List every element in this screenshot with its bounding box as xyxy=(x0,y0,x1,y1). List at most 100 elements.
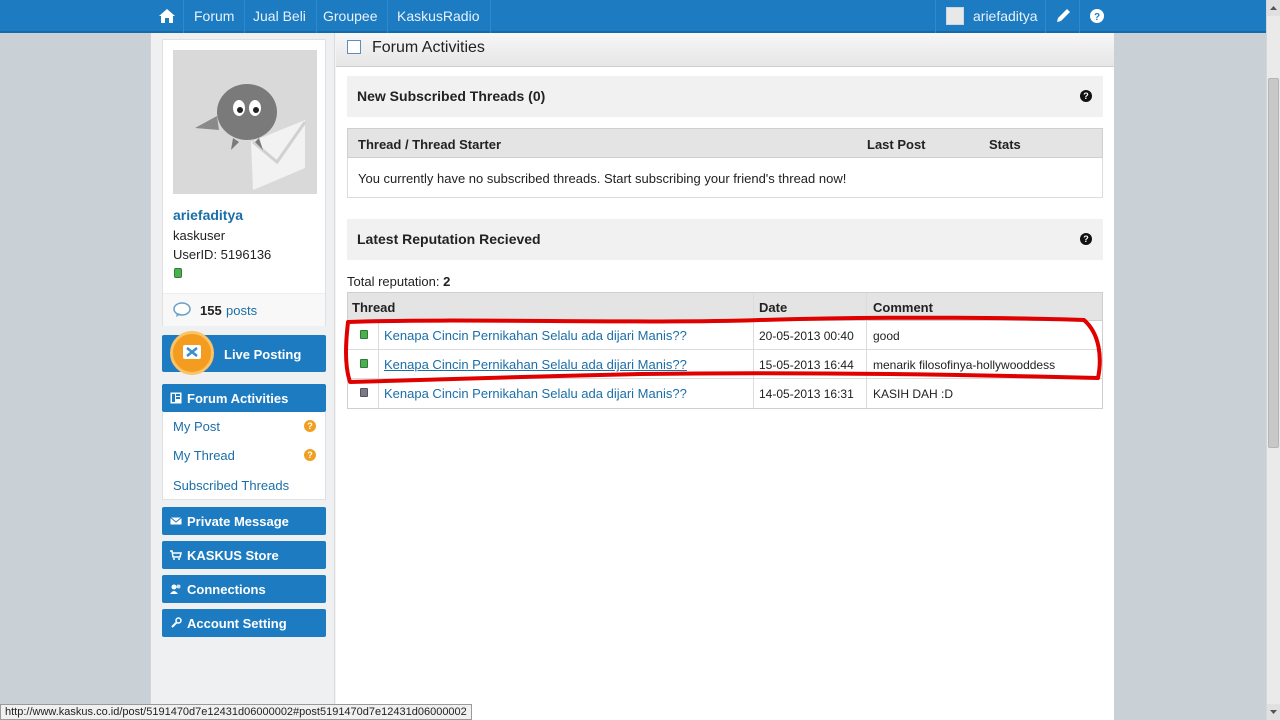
main-header: Forum Activities xyxy=(336,33,1114,67)
connections-label: Connections xyxy=(187,582,266,597)
column-divider xyxy=(866,293,867,320)
col-last-post: Last Post xyxy=(867,137,926,152)
posts-label[interactable]: posts xyxy=(226,303,257,318)
my-post-info-icon[interactable]: ? xyxy=(304,420,316,432)
total-reputation: Total reputation: 2 xyxy=(347,274,450,289)
status-url: http://www.kaskus.co.id/post/5191470d7e1… xyxy=(5,706,467,718)
total-reputation-label: Total reputation: xyxy=(347,274,444,289)
help-button[interactable]: ? xyxy=(1079,0,1113,33)
kaskus-mascot-avatar xyxy=(173,50,317,194)
users-icon xyxy=(170,584,181,594)
live-posting-icon xyxy=(170,331,214,375)
nav-kaskusradio[interactable]: KaskusRadio xyxy=(387,0,491,33)
nav-username: ariefaditya xyxy=(973,8,1038,24)
subscribed-empty-row: You currently have no subscribed threads… xyxy=(347,158,1103,198)
column-divider xyxy=(378,321,379,349)
account-setting-menu[interactable]: Account Setting xyxy=(162,609,326,637)
my-post-link[interactable]: My Post xyxy=(173,419,220,434)
reputation-thread-link[interactable]: Kenapa Cincin Pernikahan Selalu ada dija… xyxy=(384,357,687,372)
nav-jual-beli[interactable]: Jual Beli xyxy=(243,0,317,33)
forum-activities-label: Forum Activities xyxy=(187,391,289,406)
online-status-indicator xyxy=(174,268,182,278)
column-divider xyxy=(378,379,379,408)
help-icon: ? xyxy=(1090,9,1104,23)
top-navbar-inner: Forum Jual Beli Groupee KaskusRadio arie… xyxy=(150,0,1113,33)
col-thread-starter: Thread / Thread Starter xyxy=(358,137,502,152)
my-thread-link[interactable]: My Thread xyxy=(173,448,235,463)
subscribed-threads-title: New Subscribed Threads (0) xyxy=(357,88,546,104)
cart-icon xyxy=(170,550,182,560)
wrench-icon xyxy=(171,617,182,628)
scroll-up-arrow[interactable] xyxy=(1267,0,1280,16)
reputation-date: 14-05-2013 16:31 xyxy=(759,387,854,401)
reputation-table: Thread Date Comment Kenapa Cincin Pernik… xyxy=(347,292,1103,409)
subscribed-threads-section: New Subscribed Threads (0) ? xyxy=(347,76,1103,117)
speech-bubble-icon xyxy=(173,302,191,317)
forum-activities-icon xyxy=(170,392,182,404)
user-avatar-small xyxy=(946,7,964,25)
home-button[interactable] xyxy=(150,0,184,33)
profile-username[interactable]: ariefaditya xyxy=(173,207,243,223)
nav-groupee[interactable]: Groupee xyxy=(313,0,389,33)
reputation-comment: KASIH DAH :D xyxy=(873,387,954,401)
reputation-thread-link[interactable]: Kenapa Cincin Pernikahan Selalu ada dija… xyxy=(384,386,687,401)
avatar[interactable] xyxy=(173,50,317,194)
page-body: ariefaditya kaskuser UserID: 5196136 155… xyxy=(150,33,1114,720)
col-stats: Stats xyxy=(989,137,1021,152)
reputation-section: Latest Reputation Recieved ? xyxy=(347,219,1103,260)
column-divider xyxy=(753,379,754,408)
column-divider xyxy=(866,350,867,378)
table-row: Kenapa Cincin Pernikahan Selalu ada dija… xyxy=(348,321,1102,350)
kaskus-store-label: KASKUS Store xyxy=(187,548,279,563)
subscribed-table-header: Thread / Thread Starter Last Post Stats xyxy=(347,128,1103,158)
reputation-help-icon[interactable]: ? xyxy=(1080,233,1092,245)
scroll-thumb[interactable] xyxy=(1268,78,1279,448)
posts-count: 155 xyxy=(200,303,222,318)
main-content: Forum Activities New Subscribed Threads … xyxy=(336,33,1114,720)
column-divider xyxy=(866,321,867,349)
reputation-table-header: Thread Date Comment xyxy=(348,293,1102,321)
account-setting-label: Account Setting xyxy=(187,616,287,631)
scroll-down-arrow[interactable] xyxy=(1267,704,1280,720)
reputation-thread-link[interactable]: Kenapa Cincin Pernikahan Selalu ada dija… xyxy=(384,328,687,343)
pencil-icon xyxy=(1057,9,1070,22)
my-thread-info-icon[interactable]: ? xyxy=(304,449,316,461)
positive-reputation-icon xyxy=(360,330,368,339)
table-row: Kenapa Cincin Pernikahan Selalu ada dija… xyxy=(348,379,1102,408)
page-title: Forum Activities xyxy=(372,39,485,56)
edit-button[interactable] xyxy=(1045,0,1079,33)
home-icon xyxy=(159,9,175,23)
private-message-menu[interactable]: Private Message xyxy=(162,507,326,535)
live-posting-button[interactable]: Live Posting xyxy=(162,331,326,375)
subscribed-help-icon[interactable]: ? xyxy=(1080,90,1092,102)
private-message-label: Private Message xyxy=(187,514,289,529)
subscribed-threads-link[interactable]: Subscribed Threads xyxy=(173,478,289,493)
col-comment: Comment xyxy=(873,300,933,315)
profile-user-title: kaskuser xyxy=(173,228,226,243)
col-date: Date xyxy=(759,300,788,315)
reputation-date: 20-05-2013 00:40 xyxy=(759,329,854,343)
kaskus-store-menu[interactable]: KASKUS Store xyxy=(162,541,326,569)
positive-reputation-icon xyxy=(360,359,368,368)
profile-card: ariefaditya kaskuser UserID: 5196136 155… xyxy=(162,39,326,326)
profile-user-id: UserID: 5196136 xyxy=(173,247,272,262)
page-scrollbar[interactable] xyxy=(1266,0,1280,720)
column-divider xyxy=(753,293,754,320)
total-reputation-value: 2 xyxy=(443,274,451,289)
live-posting-label: Live Posting xyxy=(224,347,302,362)
nav-forum[interactable]: Forum xyxy=(184,0,246,33)
col-thread: Thread xyxy=(352,300,396,315)
left-sidebar: ariefaditya kaskuser UserID: 5196136 155… xyxy=(151,33,335,720)
subscribed-empty-message: You currently have no subscribed threads… xyxy=(358,171,847,186)
reputation-comment: good xyxy=(873,329,900,343)
top-navbar: Forum Jual Beli Groupee KaskusRadio arie… xyxy=(0,0,1266,33)
column-divider xyxy=(866,379,867,408)
posts-count-row[interactable]: 155 posts xyxy=(163,293,325,326)
user-menu[interactable]: ariefaditya xyxy=(935,0,1045,33)
column-divider xyxy=(753,350,754,378)
forum-activities-menu[interactable]: Forum Activities xyxy=(162,384,326,412)
connections-menu[interactable]: Connections xyxy=(162,575,326,603)
reputation-title: Latest Reputation Recieved xyxy=(357,231,541,247)
forum-activities-submenu: My Post ? My Thread ? Subscribed Threads xyxy=(162,412,326,500)
svg-text:?: ? xyxy=(1094,12,1100,23)
